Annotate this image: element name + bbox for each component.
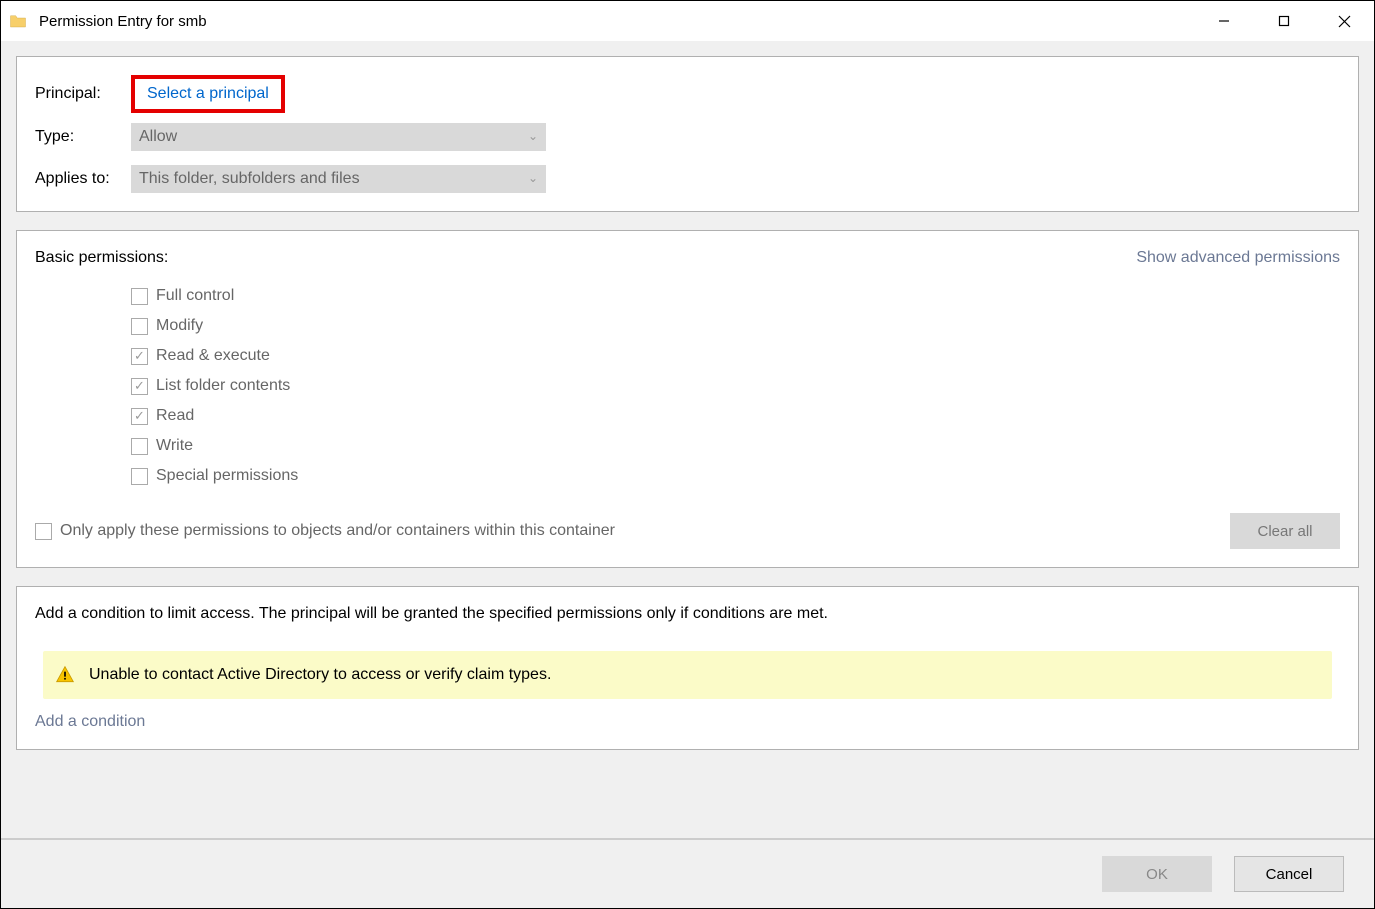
permission-item: Full control bbox=[131, 281, 1340, 311]
type-label: Type: bbox=[35, 128, 131, 146]
permission-checkbox[interactable] bbox=[131, 468, 148, 485]
type-combo-value: Allow bbox=[139, 128, 177, 146]
permission-checkbox[interactable] bbox=[131, 438, 148, 455]
permission-checkbox[interactable] bbox=[131, 288, 148, 305]
condition-description: Add a condition to limit access. The pri… bbox=[35, 605, 1340, 623]
permission-checkbox[interactable]: ✓ bbox=[131, 378, 148, 395]
minimize-button[interactable] bbox=[1194, 1, 1254, 41]
permission-checkbox[interactable]: ✓ bbox=[131, 348, 148, 365]
close-button[interactable] bbox=[1314, 1, 1374, 41]
permission-item: Write bbox=[131, 431, 1340, 461]
warning-text: Unable to contact Active Directory to ac… bbox=[89, 666, 551, 684]
chevron-down-icon: ⌄ bbox=[528, 171, 538, 185]
window-title: Permission Entry for smb bbox=[39, 13, 207, 30]
client-area: Principal: Select a principal Type: Allo… bbox=[1, 41, 1374, 908]
show-advanced-permissions-link[interactable]: Show advanced permissions bbox=[1136, 249, 1340, 267]
cancel-button[interactable]: Cancel bbox=[1234, 856, 1344, 892]
permissions-list: Full control Modify ✓ Read & execute ✓ List f… bbox=[131, 281, 1340, 491]
basic-permissions-label: Basic permissions: bbox=[35, 249, 168, 267]
applies-combo[interactable]: This folder, subfolders and files ⌄ bbox=[131, 165, 546, 193]
permission-label: Full control bbox=[156, 287, 234, 305]
warning-box: Unable to contact Active Directory to ac… bbox=[43, 651, 1332, 699]
principal-panel: Principal: Select a principal Type: Allo… bbox=[16, 56, 1359, 212]
maximize-button[interactable] bbox=[1254, 1, 1314, 41]
permission-item: ✓ List folder contents bbox=[131, 371, 1340, 401]
type-combo[interactable]: Allow ⌄ bbox=[131, 123, 546, 151]
permission-label: Read bbox=[156, 407, 194, 425]
permission-label: Read & execute bbox=[156, 347, 270, 365]
close-icon bbox=[1338, 15, 1351, 28]
add-condition-link[interactable]: Add a condition bbox=[35, 713, 145, 730]
permission-checkbox[interactable]: ✓ bbox=[131, 408, 148, 425]
only-within-label: Only apply these permissions to objects … bbox=[60, 522, 615, 540]
titlebar: Permission Entry for smb bbox=[1, 1, 1374, 41]
folder-icon bbox=[9, 12, 27, 30]
select-principal-link[interactable]: Select a principal bbox=[131, 75, 285, 113]
permission-item: Special permissions bbox=[131, 461, 1340, 491]
permissions-panel: Basic permissions: Show advanced permiss… bbox=[16, 230, 1359, 568]
conditions-panel: Add a condition to limit access. The pri… bbox=[16, 586, 1359, 750]
footer: OK Cancel bbox=[1, 838, 1374, 908]
applies-combo-value: This folder, subfolders and files bbox=[139, 170, 360, 188]
permission-checkbox[interactable] bbox=[131, 318, 148, 335]
minimize-icon bbox=[1218, 15, 1230, 27]
permission-label: List folder contents bbox=[156, 377, 290, 395]
permission-label: Special permissions bbox=[156, 467, 298, 485]
window-controls bbox=[1194, 1, 1374, 41]
permission-item: ✓ Read & execute bbox=[131, 341, 1340, 371]
permission-item: Modify bbox=[131, 311, 1340, 341]
clear-all-button[interactable]: Clear all bbox=[1230, 513, 1340, 549]
only-within-checkbox[interactable] bbox=[35, 523, 52, 540]
permission-label: Modify bbox=[156, 317, 203, 335]
permission-item: ✓ Read bbox=[131, 401, 1340, 431]
principal-label: Principal: bbox=[35, 85, 131, 103]
warning-icon bbox=[55, 665, 75, 685]
chevron-down-icon: ⌄ bbox=[528, 129, 538, 143]
permission-label: Write bbox=[156, 437, 193, 455]
ok-button[interactable]: OK bbox=[1102, 856, 1212, 892]
applies-label: Applies to: bbox=[35, 170, 131, 188]
maximize-icon bbox=[1278, 15, 1290, 27]
